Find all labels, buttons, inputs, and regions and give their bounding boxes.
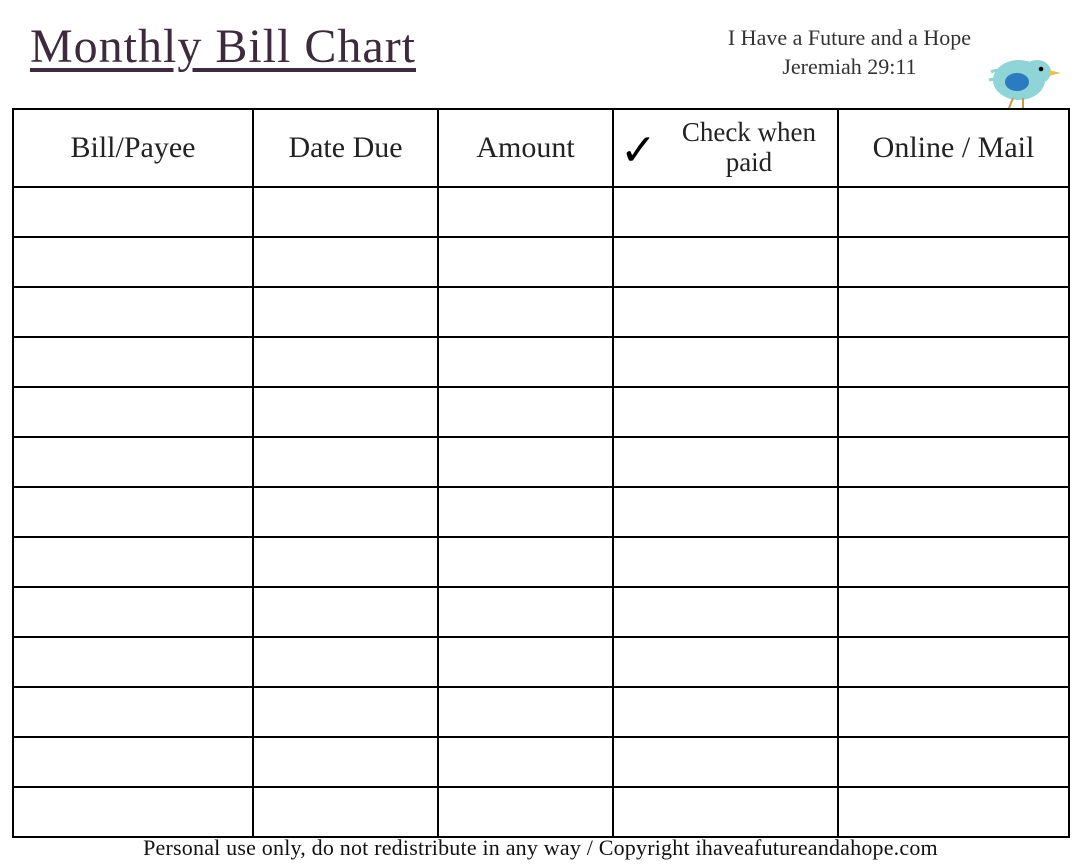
table-cell (838, 687, 1069, 737)
table-cell (438, 487, 613, 537)
table-cell (13, 187, 253, 237)
table-cell (438, 787, 613, 837)
table-row (13, 287, 1069, 337)
table-cell (438, 337, 613, 387)
check-mark-icon: ✓ (620, 138, 657, 164)
table-cell (613, 387, 838, 437)
table-cell (253, 787, 438, 837)
table-cell (613, 737, 838, 787)
table-cell (13, 337, 253, 387)
table-row (13, 687, 1069, 737)
col-header-date-due: Date Due (253, 109, 438, 187)
table-row (13, 587, 1069, 637)
table-cell (438, 537, 613, 587)
table-cell (438, 737, 613, 787)
table-cell (253, 287, 438, 337)
table-cell (838, 487, 1069, 537)
table-cell (613, 537, 838, 587)
table-cell (613, 187, 838, 237)
table-cell (838, 637, 1069, 687)
table-row (13, 237, 1069, 287)
table-cell (253, 687, 438, 737)
table-cell (438, 687, 613, 737)
table-cell (613, 337, 838, 387)
table-cell (838, 787, 1069, 837)
table-header-row: Bill/Payee Date Due Amount ✓ Check when … (13, 109, 1069, 187)
table-row (13, 187, 1069, 237)
table-row (13, 537, 1069, 587)
table-row (13, 787, 1069, 837)
table-row (13, 437, 1069, 487)
table-cell (438, 187, 613, 237)
table-cell (253, 737, 438, 787)
table-cell (613, 487, 838, 537)
table-cell (838, 587, 1069, 637)
table-cell (438, 587, 613, 637)
table-cell (13, 287, 253, 337)
table-cell (613, 287, 838, 337)
table-cell (253, 487, 438, 537)
table-cell (438, 387, 613, 437)
table-cell (613, 237, 838, 287)
table-cell (13, 737, 253, 787)
table-cell (13, 587, 253, 637)
table-cell (253, 337, 438, 387)
table-cell (838, 737, 1069, 787)
table-cell (613, 437, 838, 487)
bill-table: Bill/Payee Date Due Amount ✓ Check when … (12, 108, 1070, 838)
table-cell (13, 687, 253, 737)
table-row (13, 387, 1069, 437)
table-cell (13, 637, 253, 687)
table-cell (838, 437, 1069, 487)
table-cell (13, 437, 253, 487)
table-cell (838, 337, 1069, 387)
table-cell (13, 387, 253, 437)
footer-text: Personal use only, do not redistribute i… (0, 835, 1081, 861)
table-cell (13, 237, 253, 287)
table-row (13, 737, 1069, 787)
table-row (13, 337, 1069, 387)
col-header-amount: Amount (438, 109, 613, 187)
table-row (13, 637, 1069, 687)
table-cell (253, 437, 438, 487)
table-cell (13, 537, 253, 587)
table-cell (13, 487, 253, 537)
table-cell (613, 637, 838, 687)
table-cell (438, 637, 613, 687)
col-header-check: ✓ Check when paid (613, 109, 838, 187)
table-cell (253, 387, 438, 437)
table-cell (253, 537, 438, 587)
table-cell (838, 287, 1069, 337)
table-cell (253, 187, 438, 237)
quote-line-1: I Have a Future and a Hope (728, 24, 971, 53)
table-cell (13, 787, 253, 837)
check-text: Check when paid (667, 118, 831, 177)
table-cell (838, 537, 1069, 587)
table-cell (838, 187, 1069, 237)
table-cell (613, 787, 838, 837)
table-cell (438, 287, 613, 337)
table-cell (253, 237, 438, 287)
table-cell (613, 687, 838, 737)
table-cell (438, 437, 613, 487)
table-cell (253, 637, 438, 687)
table-row (13, 487, 1069, 537)
quote-line-2: Jeremiah 29:11 (728, 53, 971, 82)
table-cell (838, 237, 1069, 287)
table-cell (613, 587, 838, 637)
table-cell (438, 237, 613, 287)
col-header-payee: Bill/Payee (13, 109, 253, 187)
col-header-online-mail: Online / Mail (838, 109, 1069, 187)
bird-icon (987, 48, 1065, 110)
page-title: Monthly Bill Chart (30, 18, 416, 76)
table-cell (253, 587, 438, 637)
table-cell (838, 387, 1069, 437)
